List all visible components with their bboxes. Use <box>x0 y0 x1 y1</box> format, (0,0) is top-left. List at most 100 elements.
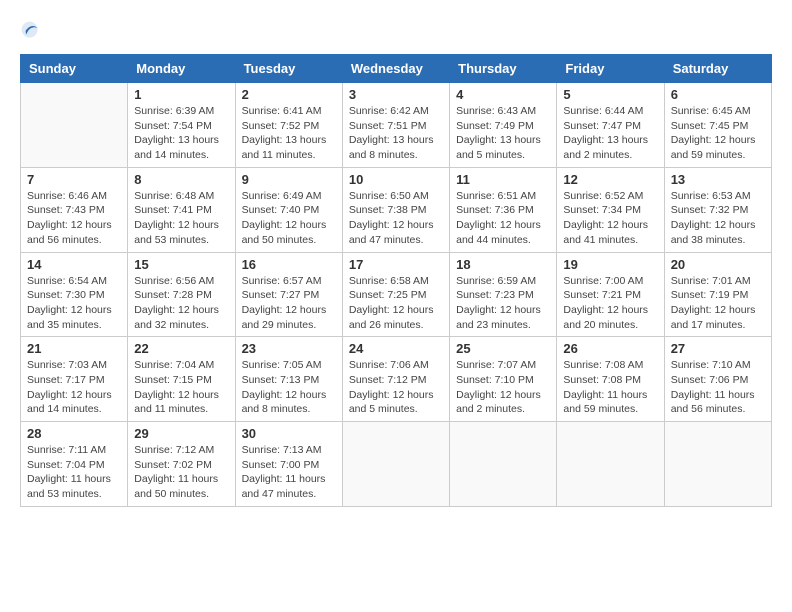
day-number: 17 <box>349 257 443 272</box>
day-info: Sunrise: 6:56 AM Sunset: 7:28 PM Dayligh… <box>134 274 228 333</box>
day-info: Sunrise: 6:52 AM Sunset: 7:34 PM Dayligh… <box>563 189 657 248</box>
calendar-cell: 29 Sunrise: 7:12 AM Sunset: 7:02 PM Dayli… <box>128 422 235 507</box>
day-info: Sunrise: 7:01 AM Sunset: 7:19 PM Dayligh… <box>671 274 765 333</box>
calendar-weekday-header: Saturday <box>664 55 771 83</box>
calendar-cell: 16 Sunrise: 6:57 AM Sunset: 7:27 PM Dayli… <box>235 252 342 337</box>
calendar-weekday-header: Wednesday <box>342 55 449 83</box>
day-info: Sunrise: 6:49 AM Sunset: 7:40 PM Dayligh… <box>242 189 336 248</box>
day-info: Sunrise: 7:06 AM Sunset: 7:12 PM Dayligh… <box>349 358 443 417</box>
calendar-weekday-header: Tuesday <box>235 55 342 83</box>
day-number: 7 <box>27 172 121 187</box>
day-info: Sunrise: 7:05 AM Sunset: 7:13 PM Dayligh… <box>242 358 336 417</box>
calendar-cell: 25 Sunrise: 7:07 AM Sunset: 7:10 PM Dayli… <box>450 337 557 422</box>
calendar-cell: 27 Sunrise: 7:10 AM Sunset: 7:06 PM Dayli… <box>664 337 771 422</box>
calendar-cell: 19 Sunrise: 7:00 AM Sunset: 7:21 PM Dayli… <box>557 252 664 337</box>
day-number: 1 <box>134 87 228 102</box>
day-number: 3 <box>349 87 443 102</box>
calendar-cell <box>450 422 557 507</box>
day-number: 27 <box>671 341 765 356</box>
day-number: 4 <box>456 87 550 102</box>
day-number: 11 <box>456 172 550 187</box>
calendar-cell: 3 Sunrise: 6:42 AM Sunset: 7:51 PM Daylig… <box>342 83 449 168</box>
day-info: Sunrise: 7:12 AM Sunset: 7:02 PM Dayligh… <box>134 443 228 502</box>
day-info: Sunrise: 7:07 AM Sunset: 7:10 PM Dayligh… <box>456 358 550 417</box>
day-info: Sunrise: 6:43 AM Sunset: 7:49 PM Dayligh… <box>456 104 550 163</box>
day-info: Sunrise: 6:58 AM Sunset: 7:25 PM Dayligh… <box>349 274 443 333</box>
calendar-cell: 21Sunrise: 7:03 AM Sunset: 7:17 PM Dayli… <box>21 337 128 422</box>
calendar-cell: 28Sunrise: 7:11 AM Sunset: 7:04 PM Dayli… <box>21 422 128 507</box>
calendar-cell: 24 Sunrise: 7:06 AM Sunset: 7:12 PM Dayli… <box>342 337 449 422</box>
calendar-cell: 7 Sunrise: 6:46 AM Sunset: 7:43 PM Daylig… <box>21 167 128 252</box>
day-number: 15 <box>134 257 228 272</box>
calendar-cell: 11 Sunrise: 6:51 AM Sunset: 7:36 PM Dayli… <box>450 167 557 252</box>
calendar-cell: 20 Sunrise: 7:01 AM Sunset: 7:19 PM Dayli… <box>664 252 771 337</box>
day-number: 6 <box>671 87 765 102</box>
day-info: Sunrise: 6:41 AM Sunset: 7:52 PM Dayligh… <box>242 104 336 163</box>
day-number: 29 <box>134 426 228 441</box>
day-info: Sunrise: 7:04 AM Sunset: 7:15 PM Dayligh… <box>134 358 228 417</box>
calendar-cell: 22 Sunrise: 7:04 AM Sunset: 7:15 PM Dayli… <box>128 337 235 422</box>
day-info: Sunrise: 6:57 AM Sunset: 7:27 PM Dayligh… <box>242 274 336 333</box>
day-info: Sunrise: 7:10 AM Sunset: 7:06 PM Dayligh… <box>671 358 765 417</box>
calendar-week-row: 14Sunrise: 6:54 AM Sunset: 7:30 PM Dayli… <box>21 252 772 337</box>
calendar-weekday-header: Monday <box>128 55 235 83</box>
day-number: 21 <box>27 341 121 356</box>
calendar-week-row: 1 Sunrise: 6:39 AM Sunset: 7:54 PM Daylig… <box>21 83 772 168</box>
logo <box>20 20 48 44</box>
day-info: Sunrise: 7:08 AM Sunset: 7:08 PM Dayligh… <box>563 358 657 417</box>
calendar-cell <box>342 422 449 507</box>
day-number: 30 <box>242 426 336 441</box>
day-number: 12 <box>563 172 657 187</box>
calendar-table: SundayMondayTuesdayWednesdayThursdayFrid… <box>20 54 772 507</box>
calendar-cell: 6 Sunrise: 6:45 AM Sunset: 7:45 PM Daylig… <box>664 83 771 168</box>
day-info: Sunrise: 6:46 AM Sunset: 7:43 PM Dayligh… <box>27 189 121 248</box>
day-info: Sunrise: 6:42 AM Sunset: 7:51 PM Dayligh… <box>349 104 443 163</box>
calendar-cell: 4 Sunrise: 6:43 AM Sunset: 7:49 PM Daylig… <box>450 83 557 168</box>
day-info: Sunrise: 6:59 AM Sunset: 7:23 PM Dayligh… <box>456 274 550 333</box>
day-info: Sunrise: 6:45 AM Sunset: 7:45 PM Dayligh… <box>671 104 765 163</box>
day-number: 8 <box>134 172 228 187</box>
calendar-header-row: SundayMondayTuesdayWednesdayThursdayFrid… <box>21 55 772 83</box>
calendar-cell: 1 Sunrise: 6:39 AM Sunset: 7:54 PM Daylig… <box>128 83 235 168</box>
day-info: Sunrise: 6:44 AM Sunset: 7:47 PM Dayligh… <box>563 104 657 163</box>
day-info: Sunrise: 7:13 AM Sunset: 7:00 PM Dayligh… <box>242 443 336 502</box>
calendar-cell: 5Sunrise: 6:44 AM Sunset: 7:47 PM Daylig… <box>557 83 664 168</box>
calendar-cell: 10 Sunrise: 6:50 AM Sunset: 7:38 PM Dayli… <box>342 167 449 252</box>
calendar-cell <box>21 83 128 168</box>
day-number: 19 <box>563 257 657 272</box>
day-info: Sunrise: 6:50 AM Sunset: 7:38 PM Dayligh… <box>349 189 443 248</box>
day-info: Sunrise: 6:51 AM Sunset: 7:36 PM Dayligh… <box>456 189 550 248</box>
page-header <box>20 20 772 44</box>
calendar-cell <box>664 422 771 507</box>
calendar-cell: 30 Sunrise: 7:13 AM Sunset: 7:00 PM Dayli… <box>235 422 342 507</box>
day-info: Sunrise: 7:00 AM Sunset: 7:21 PM Dayligh… <box>563 274 657 333</box>
calendar-cell: 8 Sunrise: 6:48 AM Sunset: 7:41 PM Daylig… <box>128 167 235 252</box>
calendar-cell: 13 Sunrise: 6:53 AM Sunset: 7:32 PM Dayli… <box>664 167 771 252</box>
calendar-cell: 12 Sunrise: 6:52 AM Sunset: 7:34 PM Dayli… <box>557 167 664 252</box>
day-number: 22 <box>134 341 228 356</box>
logo-icon <box>20 20 44 44</box>
day-number: 26 <box>563 341 657 356</box>
calendar-cell: 18 Sunrise: 6:59 AM Sunset: 7:23 PM Dayli… <box>450 252 557 337</box>
day-number: 25 <box>456 341 550 356</box>
day-info: Sunrise: 6:53 AM Sunset: 7:32 PM Dayligh… <box>671 189 765 248</box>
day-info: Sunrise: 6:54 AM Sunset: 7:30 PM Dayligh… <box>27 274 121 333</box>
calendar-cell: 23 Sunrise: 7:05 AM Sunset: 7:13 PM Dayli… <box>235 337 342 422</box>
calendar-week-row: 21Sunrise: 7:03 AM Sunset: 7:17 PM Dayli… <box>21 337 772 422</box>
day-number: 10 <box>349 172 443 187</box>
calendar-cell <box>557 422 664 507</box>
day-number: 24 <box>349 341 443 356</box>
calendar-cell: 14Sunrise: 6:54 AM Sunset: 7:30 PM Dayli… <box>21 252 128 337</box>
day-number: 13 <box>671 172 765 187</box>
calendar-weekday-header: Sunday <box>21 55 128 83</box>
calendar-week-row: 7 Sunrise: 6:46 AM Sunset: 7:43 PM Daylig… <box>21 167 772 252</box>
day-number: 18 <box>456 257 550 272</box>
day-number: 16 <box>242 257 336 272</box>
calendar-cell: 9Sunrise: 6:49 AM Sunset: 7:40 PM Daylig… <box>235 167 342 252</box>
day-info: Sunrise: 6:39 AM Sunset: 7:54 PM Dayligh… <box>134 104 228 163</box>
calendar-cell: 26 Sunrise: 7:08 AM Sunset: 7:08 PM Dayli… <box>557 337 664 422</box>
day-number: 20 <box>671 257 765 272</box>
calendar-weekday-header: Thursday <box>450 55 557 83</box>
day-number: 23 <box>242 341 336 356</box>
day-info: Sunrise: 6:48 AM Sunset: 7:41 PM Dayligh… <box>134 189 228 248</box>
